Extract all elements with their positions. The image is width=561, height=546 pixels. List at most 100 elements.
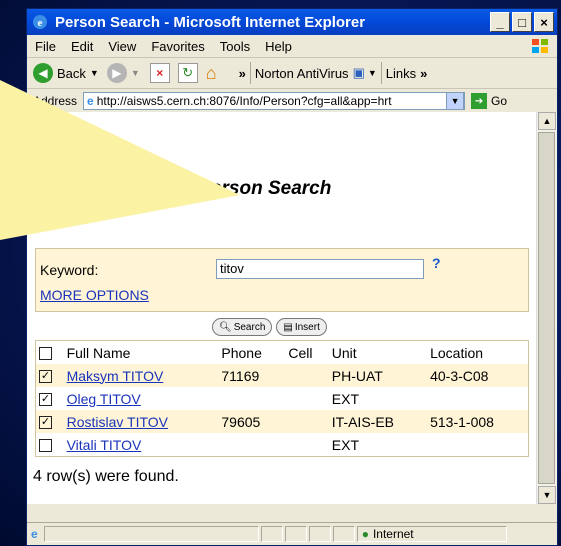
row-checkbox[interactable]: ✓ bbox=[39, 370, 52, 384]
forward-dropdown-icon[interactable]: ▼ bbox=[131, 68, 140, 78]
links-button[interactable]: Links bbox=[386, 66, 416, 81]
scrollbar-thumb[interactable] bbox=[538, 132, 555, 484]
maximize-button[interactable]: □ bbox=[512, 12, 532, 32]
search-panel: Keyword: titov ? MORE OPTIONS bbox=[35, 248, 529, 312]
standard-toolbar: ◀ Back ▼ ▶ ▼ × ↻ ⌂ » Norton AntiVirus ▣ … bbox=[27, 58, 557, 89]
back-button-label[interactable]: Back bbox=[57, 66, 86, 81]
stop-icon[interactable]: × bbox=[149, 63, 170, 83]
status-pane-5 bbox=[332, 526, 355, 542]
keyword-label: Keyword: bbox=[40, 262, 99, 278]
norton-icon[interactable]: ▣ bbox=[353, 65, 365, 81]
cell-phone-cell bbox=[285, 410, 329, 433]
norton-antivirus-button[interactable]: Norton AntiVirus bbox=[255, 66, 349, 81]
person-name-link[interactable]: Rostislav TITOV bbox=[67, 414, 168, 430]
location-cell: 513-1-008 bbox=[427, 410, 529, 433]
menu-tools[interactable]: Tools bbox=[220, 39, 250, 54]
table-row: ✓ Oleg TITOV EXT bbox=[36, 387, 529, 410]
location-cell bbox=[427, 433, 528, 457]
unit-cell: PH-UAT bbox=[328, 364, 428, 387]
phone-cell: 71169 bbox=[218, 364, 286, 387]
menu-file[interactable]: File bbox=[35, 39, 56, 54]
unit-cell: EXT bbox=[331, 436, 359, 453]
status-text-pane bbox=[43, 526, 259, 542]
page-icon: e bbox=[87, 94, 94, 108]
row-checkbox[interactable] bbox=[39, 439, 52, 453]
browser-window: e Person Search - Microsoft Internet Exp… bbox=[26, 8, 558, 546]
person-name-link[interactable]: Vitali TITOV bbox=[67, 437, 142, 453]
results-table: Full Name Phone Cell Unit Location ✓ Mak… bbox=[35, 340, 529, 457]
col-unit: Unit bbox=[331, 344, 357, 361]
insert-button[interactable]: ▤ Insert bbox=[276, 318, 327, 336]
phone-cell bbox=[218, 387, 285, 410]
search-button-label: Search bbox=[233, 321, 266, 333]
action-buttons: 🔍︎ Search ▤ Insert bbox=[212, 318, 327, 336]
phone-cell bbox=[218, 433, 285, 457]
go-button[interactable]: Go bbox=[491, 94, 507, 108]
clipboard-icon: ▤ bbox=[283, 321, 293, 333]
window-title: Person Search - Microsoft Internet Explo… bbox=[55, 13, 366, 31]
status-pane-3 bbox=[284, 526, 307, 542]
vertical-scrollbar[interactable]: ▲ ▼ bbox=[536, 112, 557, 504]
table-row: Vitali TITOV EXT bbox=[36, 433, 529, 457]
home-icon[interactable]: ⌂ bbox=[206, 63, 217, 84]
phone-cell: 79605 bbox=[218, 410, 286, 433]
col-phone: Phone bbox=[221, 344, 262, 361]
heading-title: Person Search bbox=[198, 178, 332, 199]
toolbar-separator bbox=[249, 62, 251, 84]
location-cell: 40-3-C08 bbox=[427, 364, 529, 387]
scroll-up-icon[interactable]: ▲ bbox=[538, 112, 556, 130]
menu-edit[interactable]: Edit bbox=[71, 39, 93, 54]
location-cell bbox=[427, 387, 528, 410]
person-name-link[interactable]: Oleg TITOV bbox=[67, 391, 141, 407]
zone-label: Internet bbox=[372, 527, 414, 541]
person-name-link[interactable]: Maksym TITOV bbox=[67, 368, 164, 384]
toolbar-chevron[interactable]: » bbox=[239, 66, 246, 81]
col-full-name: Full Name bbox=[66, 344, 131, 361]
close-button[interactable]: × bbox=[534, 12, 554, 32]
address-input[interactable]: e http://aisws5.cern.ch:8076/Info/Person… bbox=[83, 92, 466, 110]
status-bar: e ● Internet bbox=[27, 522, 557, 545]
status-page-icon: e bbox=[31, 527, 38, 541]
help-icon[interactable]: ? bbox=[432, 255, 441, 271]
links-chevron[interactable]: » bbox=[420, 66, 427, 81]
table-header-row: Full Name Phone Cell Unit Location bbox=[36, 341, 529, 365]
menu-favorites[interactable]: Favorites bbox=[151, 39, 204, 54]
title-bar[interactable]: e Person Search - Microsoft Internet Exp… bbox=[27, 9, 557, 35]
windows-logo-icon bbox=[532, 39, 548, 53]
menu-help[interactable]: Help bbox=[265, 39, 292, 54]
forward-arrow-icon[interactable]: ▶ bbox=[106, 63, 127, 83]
menu-view[interactable]: View bbox=[108, 39, 136, 54]
address-dropdown-icon[interactable]: ▼ bbox=[446, 93, 465, 109]
cell-phone-cell bbox=[285, 387, 328, 410]
page-heading: webHRT Person Search bbox=[117, 178, 331, 200]
unit-cell: EXT bbox=[331, 390, 359, 407]
cell-phone-cell bbox=[285, 433, 328, 457]
go-arrow-icon[interactable]: ➔ bbox=[471, 93, 488, 109]
menu-bar: File Edit View Favorites Tools Help bbox=[27, 35, 557, 58]
more-options-link[interactable]: MORE OPTIONS bbox=[40, 287, 149, 303]
search-button[interactable]: 🔍︎ Search bbox=[212, 318, 273, 336]
norton-dropdown-icon[interactable]: ▼ bbox=[368, 68, 377, 78]
select-all-checkbox[interactable] bbox=[39, 347, 52, 361]
cell-phone-cell bbox=[285, 364, 329, 387]
row-checkbox[interactable]: ✓ bbox=[39, 393, 52, 407]
globe-icon: ● bbox=[361, 527, 369, 541]
row-checkbox[interactable]: ✓ bbox=[39, 416, 52, 430]
unit-cell: IT-AIS-EB bbox=[328, 410, 428, 433]
status-pane-4 bbox=[308, 526, 331, 542]
results-count: 4 row(s) were found. bbox=[33, 468, 179, 485]
address-label: Address bbox=[33, 94, 78, 108]
back-dropdown-icon[interactable]: ▼ bbox=[90, 68, 99, 78]
keyword-input[interactable]: titov bbox=[216, 259, 424, 279]
minimize-button[interactable]: _ bbox=[490, 12, 510, 32]
refresh-icon[interactable]: ↻ bbox=[177, 63, 198, 83]
zone-pane: ● Internet bbox=[356, 526, 507, 542]
back-arrow-icon[interactable]: ◀ bbox=[33, 63, 53, 83]
scroll-down-icon[interactable]: ▼ bbox=[538, 486, 556, 504]
col-cell: Cell bbox=[288, 344, 313, 361]
insert-button-label: Insert bbox=[294, 321, 320, 333]
svg-text:e: e bbox=[38, 17, 43, 29]
col-location: Location bbox=[430, 344, 484, 361]
table-row: ✓ Rostislav TITOV 79605 IT-AIS-EB 513-1-… bbox=[35, 410, 529, 433]
ie-logo-icon: e bbox=[31, 13, 49, 31]
